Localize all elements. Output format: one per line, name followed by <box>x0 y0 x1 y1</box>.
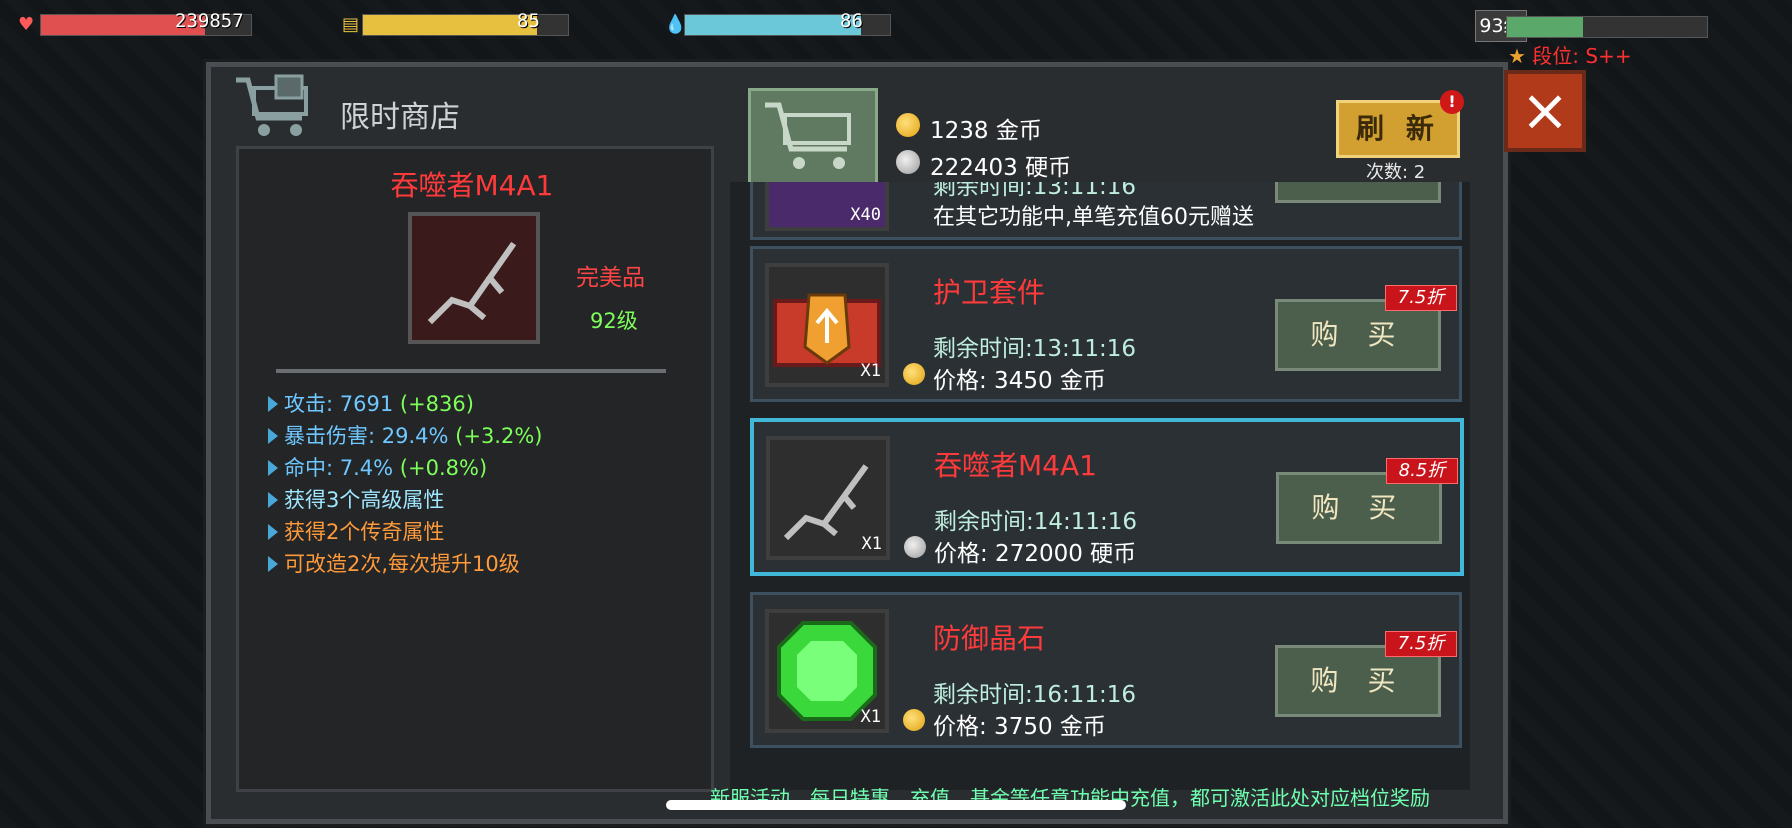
cart-badge <box>748 88 878 188</box>
item-icon: X40 <box>765 182 889 231</box>
list-item[interactable]: X40 剩余时间:13:11:16 在其它功能中,单笔充值60元赠送 前往充值 <box>750 182 1462 240</box>
rank-label: ★ 段位: S++ <box>1508 44 1632 68</box>
silver-coin-icon <box>896 150 920 174</box>
item-level: 92级 <box>590 309 638 333</box>
item-icon: X1 <box>765 263 889 387</box>
gold-balance: 1238 金币 <box>930 118 1042 144</box>
heart-icon: ♥ <box>18 14 35 35</box>
item-name: 吞噬者M4A1 <box>934 449 1097 482</box>
gold-coin-icon <box>896 113 920 137</box>
item-price: 价格: 272000 硬币 <box>934 541 1137 567</box>
selected-item-icon <box>408 212 540 344</box>
food-icon: ▤ <box>342 14 360 35</box>
stat-hit: 命中: 7.4% (+0.8%) <box>268 452 487 482</box>
silver-balance: 222403 硬币 <box>930 155 1072 181</box>
rifle-icon <box>427 241 517 325</box>
divider <box>276 369 666 373</box>
discount-badge: 7.5折 <box>1385 285 1457 311</box>
item-icon: X1 <box>765 609 889 733</box>
star-icon: ★ <box>1508 44 1526 68</box>
gold-coin-icon <box>903 363 925 385</box>
list-item[interactable]: X1 吞噬者M4A1 剩余时间:14:11:16 价格: 272000 硬币 购… <box>750 418 1464 576</box>
item-name: 护卫套件 <box>933 276 1046 309</box>
perk-legendary: 获得2个传奇属性 <box>268 516 444 546</box>
shop-item-list[interactable]: X40 剩余时间:13:11:16 在其它功能中,单笔充值60元赠送 前往充值 … <box>730 182 1470 790</box>
exp-bar <box>1506 16 1708 38</box>
shop-cart-icon <box>236 74 308 136</box>
stat-crit-damage: 暴击伤害: 29.4% (+3.2%) <box>268 420 543 450</box>
close-button[interactable]: × <box>1504 70 1586 152</box>
item-name: 防御晶石 <box>933 622 1046 655</box>
list-item[interactable]: X1 防御晶石 剩余时间:16:11:16 价格: 3750 金币 购 买 7.… <box>750 592 1462 748</box>
refresh-alert-badge: ! <box>1440 90 1464 114</box>
item-price: 价格: 3750 金币 <box>933 714 1106 740</box>
discount-badge: 8.5折 <box>1386 458 1458 484</box>
item-time: 剩余时间:14:11:16 <box>934 509 1138 535</box>
item-time: 剩余时间:16:11:16 <box>933 682 1137 708</box>
shop-title: 限时商店 <box>340 100 460 135</box>
refresh-count: 次数: 2 <box>1366 162 1426 183</box>
silver-coin-icon <box>904 536 926 558</box>
stat-attack: 攻击: 7691 (+836) <box>268 388 474 418</box>
water-value: 86 <box>840 10 863 32</box>
discount-badge: 7.5折 <box>1385 631 1457 657</box>
perk-advanced: 获得3个高级属性 <box>268 484 444 514</box>
recharge-button[interactable]: 前往充值 <box>1275 182 1441 203</box>
gold-coin-icon <box>903 709 925 731</box>
item-quality: 完美品 <box>576 265 645 291</box>
perk-modify: 可改造2次,每次提升10级 <box>268 548 520 578</box>
item-icon: X1 <box>766 436 890 560</box>
cart-icon <box>765 102 851 169</box>
hp-value: 239857 <box>175 10 244 32</box>
item-note: 在其它功能中,单笔充值60元赠送 <box>933 205 1254 230</box>
food-value: 85 <box>517 10 540 32</box>
home-indicator[interactable] <box>666 800 1126 810</box>
item-price: 价格: 3450 金币 <box>933 368 1106 394</box>
selected-item-name: 吞噬者M4A1 <box>390 169 554 202</box>
list-item[interactable]: X1 护卫套件 剩余时间:13:11:16 价格: 3450 金币 购 买 7.… <box>750 246 1462 402</box>
item-time: 剩余时间:13:11:16 <box>933 336 1137 362</box>
